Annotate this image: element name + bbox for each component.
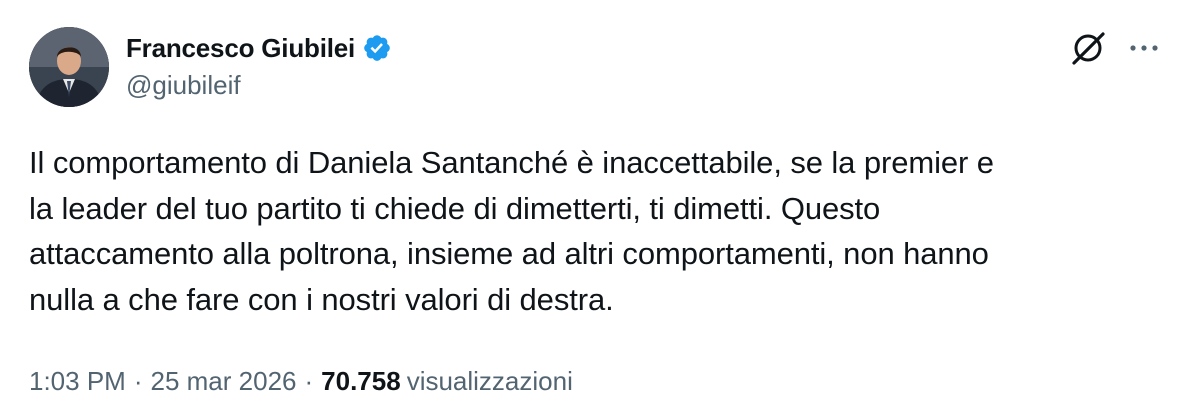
- tweet-text-line: Il comportamento di Daniela Santanché è …: [29, 145, 994, 180]
- meta-separator: ·: [133, 366, 143, 396]
- verified-badge-icon[interactable]: [362, 33, 392, 63]
- meta-separator: ·: [304, 366, 314, 396]
- author-display-name[interactable]: Francesco Giubilei: [126, 33, 355, 64]
- avatar[interactable]: [29, 27, 109, 107]
- tweet-meta: 1:03 PM · 25 mar 2026 · 70.758 visualizz…: [29, 366, 573, 397]
- views-count[interactable]: 70.758: [321, 366, 401, 397]
- tweet-card: Francesco Giubilei @giubileif Il comport…: [0, 0, 1182, 418]
- tweet-time[interactable]: 1:03 PM: [29, 366, 126, 397]
- author-name-row: Francesco Giubilei: [126, 30, 392, 66]
- tweet-text-line: nulla a che fare con i nostri valori di …: [29, 281, 614, 317]
- tweet-date[interactable]: 25 mar 2026: [151, 366, 297, 397]
- tweet-text: Il comportamento di Daniela Santanché è …: [29, 140, 1159, 322]
- author-block: Francesco Giubilei @giubileif: [126, 30, 392, 101]
- grok-icon[interactable]: [1068, 28, 1108, 68]
- views-label: visualizzazioni: [406, 366, 573, 396]
- author-handle[interactable]: @giubileif: [126, 70, 392, 101]
- tweet-text-line: attaccamento alla poltrona, insieme ad a…: [29, 236, 989, 271]
- more-options-icon[interactable]: [1126, 38, 1162, 58]
- avatar-photo: [29, 27, 109, 107]
- tweet-text-line: la leader del tuo partito ti chiede di d…: [29, 190, 881, 226]
